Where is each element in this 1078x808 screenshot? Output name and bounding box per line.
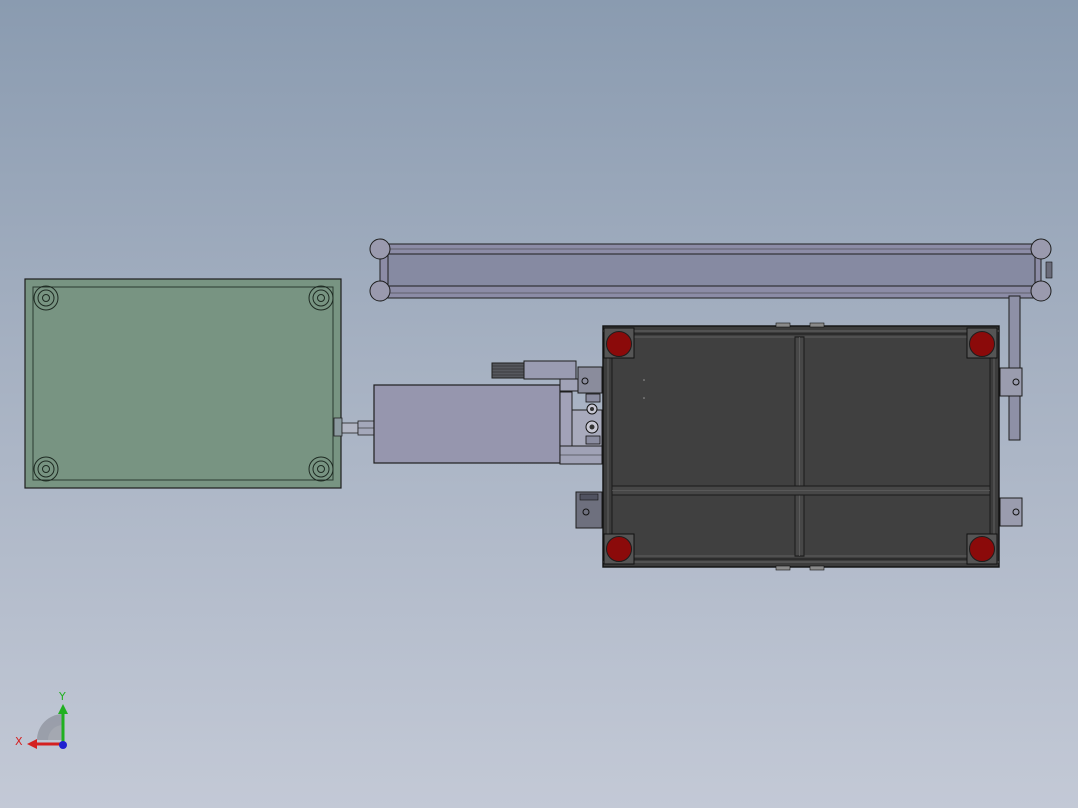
cad-model-top-view[interactable]: Y X xyxy=(0,0,1078,808)
z-axis-dot xyxy=(59,741,67,749)
left-workbench-table[interactable] xyxy=(24,278,343,489)
motor-housing[interactable] xyxy=(373,384,603,465)
coordinate-triad[interactable]: Y X xyxy=(15,690,68,749)
gear-coupling-assembly[interactable] xyxy=(571,393,603,447)
rail-end-cap-bottom-left xyxy=(369,280,391,302)
caster-foot-bottom-left xyxy=(603,533,635,565)
drive-shaft xyxy=(341,420,375,436)
y-axis-label: Y xyxy=(58,690,66,703)
heat-sink-fins xyxy=(491,362,525,379)
rail-end-cap-top-left xyxy=(369,238,391,260)
table-top xyxy=(24,278,342,489)
mount-block-upper xyxy=(577,366,603,394)
x-axis-label: X xyxy=(15,735,23,748)
rail-end-cap-top-right xyxy=(1030,238,1052,260)
caster-foot-bottom-right xyxy=(966,533,998,565)
top-guide-rail[interactable] xyxy=(369,238,1053,302)
caster-foot-top-right xyxy=(966,327,998,359)
main-frame[interactable] xyxy=(602,322,1000,571)
right-support-rod xyxy=(999,295,1023,527)
mount-block-lower xyxy=(575,491,603,529)
table-connector-block xyxy=(333,417,343,437)
cad-viewport[interactable]: Y X xyxy=(0,0,1078,808)
caster-foot-top-left xyxy=(603,327,635,359)
rail-end-cap-bottom-right xyxy=(1030,280,1052,302)
